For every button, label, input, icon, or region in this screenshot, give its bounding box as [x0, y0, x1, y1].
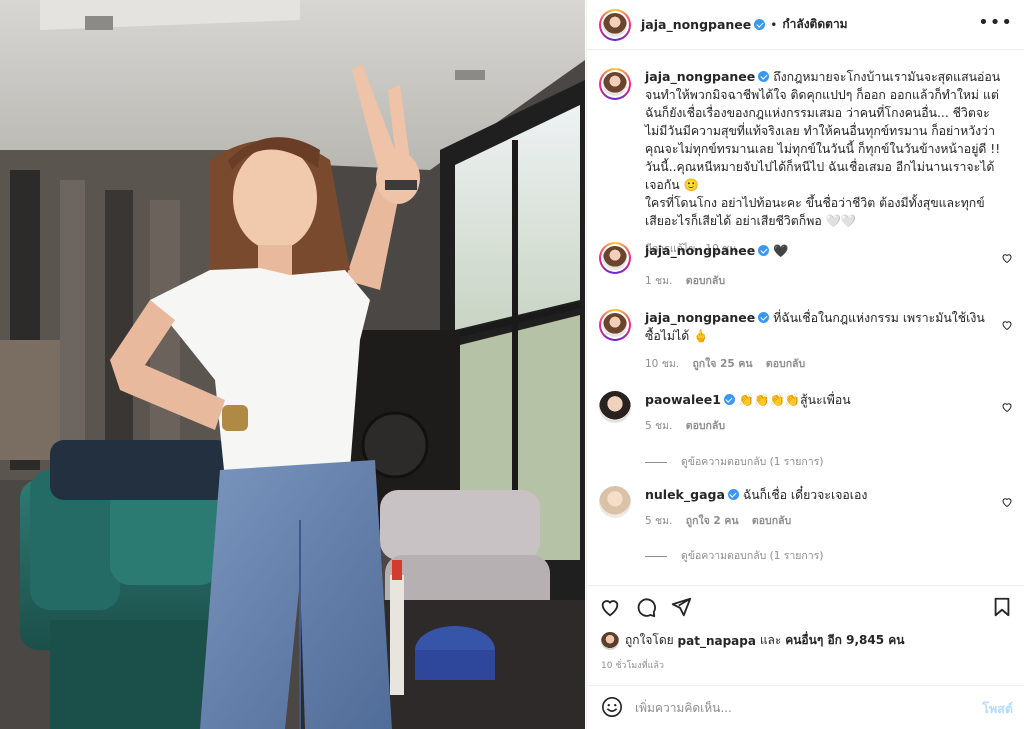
post-username[interactable]: jaja_nongpanee: [641, 17, 751, 32]
comment-username[interactable]: jaja_nongpanee: [645, 310, 755, 325]
comment-time: 5 ชม.: [645, 515, 673, 527]
comments-list[interactable]: jaja_nongpanee ถึงกฎหมายจะโกงบ้านเรามันจ…: [587, 51, 1024, 584]
avatar[interactable]: [599, 486, 631, 518]
comment-username[interactable]: paowalee1: [645, 392, 721, 407]
post-actions: ถูกใจโดย pat_napapa และ คนอื่นๆ อีก 9,84…: [587, 585, 1024, 685]
more-horizontal-icon[interactable]: •••: [978, 14, 1013, 32]
following-button[interactable]: กำลังติดตาม: [782, 15, 847, 34]
comment-username[interactable]: nulek_gaga: [645, 487, 725, 502]
avatar[interactable]: [599, 242, 631, 274]
verified-badge-icon: [723, 394, 735, 405]
caption-text: ถึงกฎหมายจะโกงบ้านเรามันจะสุดแสนอ่อน จนท…: [645, 70, 1001, 192]
comment-username[interactable]: jaja_nongpanee: [645, 243, 755, 258]
liker-username[interactable]: pat_napapa: [678, 634, 756, 648]
comment-icon[interactable]: [635, 596, 657, 618]
verified-badge-icon: [758, 312, 770, 323]
post-panel: jaja_nongpanee • กำลังติดตาม ••• jaja_no…: [586, 0, 1024, 729]
comment-time: 5 ชม.: [645, 420, 673, 432]
caption-username[interactable]: jaja_nongpanee: [645, 69, 755, 84]
comment-time: 1 ชม.: [645, 275, 673, 287]
separator-dot: •: [770, 17, 778, 32]
add-comment-input[interactable]: [635, 698, 955, 718]
verified-badge-icon: [758, 71, 770, 82]
heart-icon[interactable]: [1001, 319, 1013, 331]
comment-text: ฉันก็เชื่อ เดี๋ยวจะเจอเอง: [742, 488, 868, 502]
comment-likes[interactable]: ถูกใจ 25 คน: [692, 358, 752, 370]
comment-time: 10 ชม.: [645, 358, 680, 370]
avatar[interactable]: [599, 68, 631, 100]
reply-button[interactable]: ตอบกลับ: [752, 515, 791, 527]
view-replies-button[interactable]: ดูข้อความตอบกลับ (1 รายการ): [645, 547, 823, 564]
reply-button[interactable]: ตอบกลับ: [686, 275, 725, 287]
caption-text-2: ใครที่โดนโกง อย่าไปท้อนะคะ ขึ้นชื่อว่าชี…: [645, 196, 985, 228]
post-time-ago[interactable]: 10 ชั่วโมงที่แล้ว: [601, 658, 664, 672]
comment-likes[interactable]: ถูกใจ 2 คน: [686, 515, 739, 527]
post-comment-button[interactable]: โพสต์: [982, 699, 1013, 719]
post-image: [0, 0, 585, 729]
heart-icon[interactable]: [1001, 252, 1013, 264]
add-comment-bar: โพสต์: [587, 685, 1024, 729]
comment-text: 👏👏👏👏สู้นะเพื่อน: [738, 393, 851, 407]
send-icon[interactable]: [670, 596, 692, 618]
likes-prefix: ถูกใจโดย: [625, 633, 674, 647]
avatar[interactable]: [599, 309, 631, 341]
likes-count[interactable]: คนอื่นๆ อีก 9,845 คน: [785, 631, 904, 650]
comment-text: 🖤: [773, 244, 789, 258]
verified-badge-icon: [754, 19, 766, 30]
verified-badge-icon: [758, 245, 770, 256]
verified-badge-icon: [727, 489, 739, 500]
post-header: jaja_nongpanee • กำลังติดตาม •••: [587, 0, 1024, 50]
heart-icon[interactable]: [1001, 401, 1013, 413]
avatar[interactable]: [601, 631, 619, 650]
likes-summary: ถูกใจโดย pat_napapa และ คนอื่นๆ อีก 9,84…: [601, 631, 904, 650]
post-photo[interactable]: [0, 0, 585, 729]
bookmark-icon[interactable]: [991, 596, 1013, 618]
reply-button[interactable]: ตอบกลับ: [766, 358, 805, 370]
likes-joiner: และ: [759, 633, 782, 647]
heart-icon[interactable]: [599, 596, 621, 618]
avatar[interactable]: [599, 8, 631, 41]
reply-button[interactable]: ตอบกลับ: [686, 420, 725, 432]
heart-icon[interactable]: [1001, 496, 1013, 508]
emoji-icon[interactable]: [601, 696, 623, 718]
view-replies-button[interactable]: ดูข้อความตอบกลับ (1 รายการ): [645, 453, 823, 470]
avatar[interactable]: [599, 391, 631, 423]
